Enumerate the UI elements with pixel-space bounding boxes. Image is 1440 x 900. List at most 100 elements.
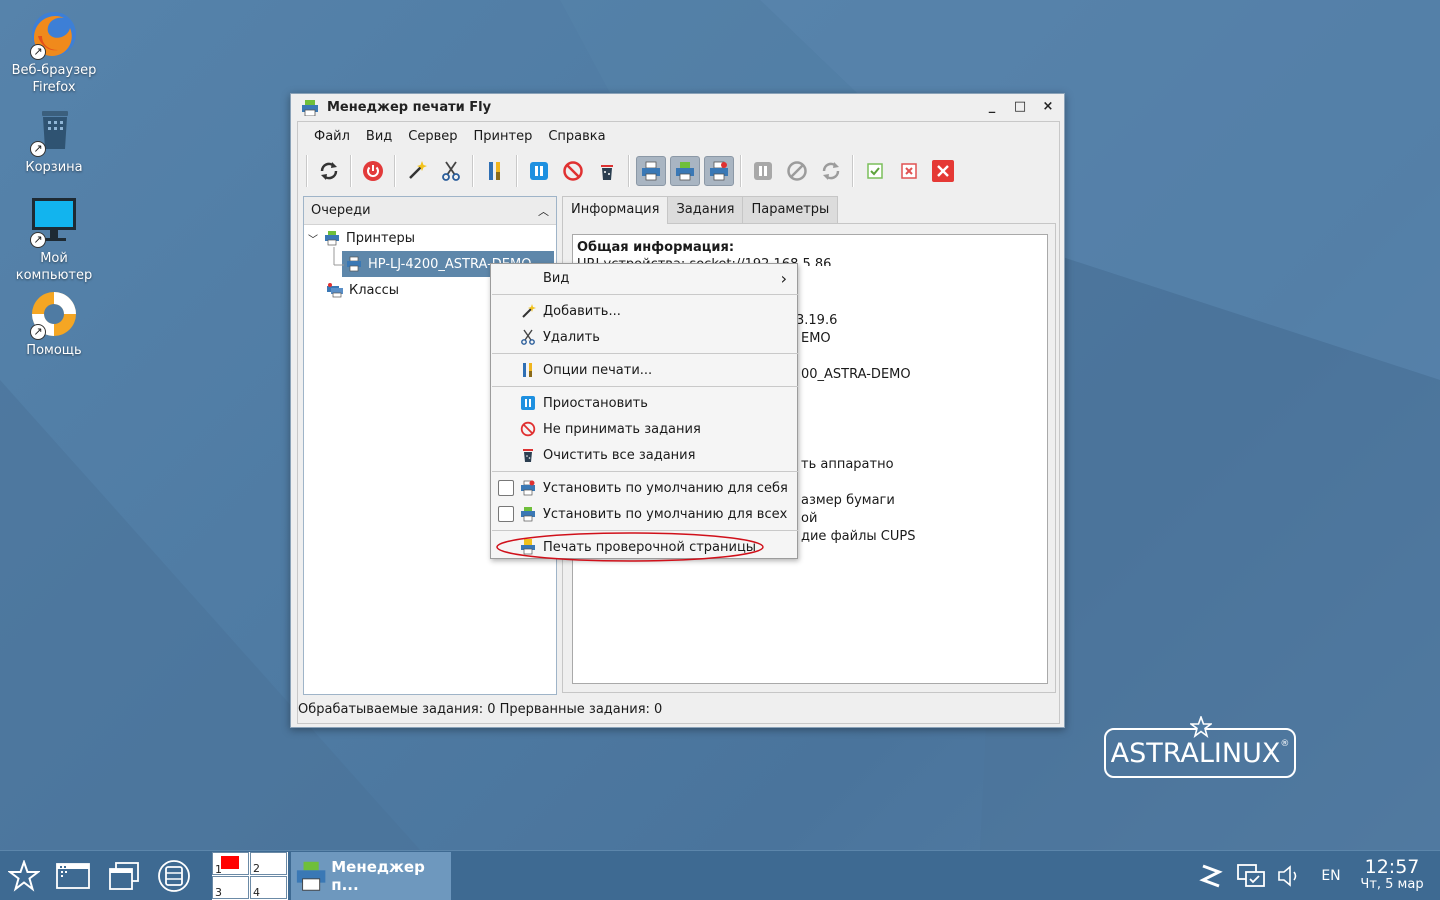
info-heading: Общая информация: [577,240,735,255]
menu-item-reject-jobs[interactable]: Не принимать задания [491,416,797,442]
menu-help[interactable]: Справка [540,129,613,144]
delete-printer-button[interactable] [436,156,466,186]
magic-wand-icon [409,161,427,179]
desktop-icon-help[interactable]: ↗ Помощь [4,288,104,359]
menu-item-default-self[interactable]: Установить по умолчанию для себя [491,475,797,501]
printer-view-button-2[interactable] [670,156,700,186]
context-menu: Вид › Добавить... Удалить Опции печати..… [490,263,798,562]
workspace-4[interactable]: 4 [250,876,287,899]
pause-icon [530,162,548,180]
menu-item-view[interactable]: Вид › [491,265,797,291]
tools-icon [523,363,532,377]
menu-printer[interactable]: Принтер [466,129,541,144]
minimize-button[interactable]: _ [984,99,1000,114]
menu-item-pause[interactable]: Приостановить [491,390,797,416]
reject-jobs-button[interactable] [558,156,588,186]
zoom-app-tray-icon[interactable] [1196,851,1226,900]
tree-item-label: Принтеры [346,230,416,246]
menu-item-label: Приостановить [543,395,648,411]
chevron-up-icon[interactable]: ︿ [538,203,549,219]
shortcut-arrow-icon: ↗ [30,141,46,157]
refresh-button[interactable] [314,156,344,186]
menu-separator [492,386,798,387]
desktop-icon-firefox[interactable]: ↗ Веб-браузер Firefox [4,8,104,96]
window-list-button[interactable] [106,851,142,900]
window-titlebar[interactable]: Менеджер печати Fly _ □ × [291,94,1064,121]
volume-tray-icon[interactable] [1274,851,1304,900]
desktop-icon-label: Мой [40,251,68,266]
clock-time: 12:57 [1364,856,1420,878]
menu-item-label: Установить по умолчанию для всех [543,506,788,522]
desktop-icon-label: Веб-браузер [11,63,97,78]
desktop-icon-trash[interactable]: ↗ Корзина [4,105,104,176]
toolbar-separator [350,155,352,187]
menu-item-add[interactable]: Добавить... [491,298,797,324]
lifebuoy-icon: ↗ [28,288,80,340]
terminal-window-icon [56,863,90,889]
info-fragment: ой [801,511,818,526]
workspace-2[interactable]: 2 [250,852,287,875]
active-window-marker [221,856,239,869]
network-monitor-icon [1237,864,1265,887]
desktop-icon-label: Помощь [26,343,82,358]
menu-item-delete[interactable]: Удалить [491,324,797,350]
queues-header[interactable]: Очереди ︿ [304,197,556,225]
shortcut-arrow-icon: ↗ [30,44,46,60]
menu-item-print-options[interactable]: Опции печати... [491,357,797,383]
workspace-3[interactable]: 3 [212,876,249,899]
file-cabinet-button[interactable] [156,851,192,900]
printer-icon [347,256,361,272]
menu-item-default-all[interactable]: Установить по умолчанию для всех [491,501,797,527]
monitor-icon: ↗ [28,196,80,248]
reject-button[interactable] [894,156,924,186]
add-printer-button[interactable] [402,156,432,186]
default-self-checkbox[interactable] [498,480,514,496]
accept-button[interactable] [860,156,890,186]
tab-jobs[interactable]: Задания [667,196,744,223]
workspace-1[interactable]: 1 [212,852,249,876]
tab-info[interactable]: Информация [562,196,669,224]
taskbar-task-print-manager[interactable]: Менеджер п... [291,852,451,900]
close-button[interactable]: × [1040,99,1056,114]
z-logo-icon [1199,864,1223,888]
clear-jobs-button[interactable] [592,156,622,186]
shortcut-arrow-icon: ↗ [30,232,46,248]
pause-icon [521,396,535,410]
no-entry-disabled-icon [787,161,807,181]
print-options-button[interactable] [480,156,510,186]
menu-separator [492,294,798,295]
close-red-button[interactable] [928,156,958,186]
chevron-down-icon[interactable]: ﹀ [308,231,324,246]
tab-bar: Информация Задания Параметры [562,196,1056,224]
keyboard-layout-indicator[interactable]: EN [1314,851,1348,900]
printer-view-button-3[interactable] [704,156,734,186]
printer-group-icon [325,231,339,246]
network-tray-icon[interactable] [1234,851,1268,900]
menu-file[interactable]: Файл [306,129,358,144]
toolbar-separator [472,155,474,187]
tab-parameters[interactable]: Параметры [742,196,839,223]
power-button[interactable] [358,156,388,186]
shortcut-arrow-icon: ↗ [30,324,46,340]
show-desktop-button[interactable] [54,851,92,900]
star-icon [8,860,40,892]
menu-item-clear-jobs[interactable]: Очистить все задания [491,442,797,468]
menu-server[interactable]: Сервер [400,129,465,144]
menu-separator [492,530,798,531]
magic-wand-icon [522,304,536,318]
printer-view-button-1[interactable] [636,156,666,186]
pause-button[interactable] [524,156,554,186]
printer-user-icon [710,161,728,181]
maximize-button[interactable]: □ [1012,99,1028,114]
clock[interactable]: 12:57 Чт, 5 мар [1352,851,1432,900]
menu-item-label: Добавить... [543,303,621,319]
info-fragment: 3.19.6 [796,313,838,328]
default-all-checkbox[interactable] [498,506,514,522]
start-menu-button[interactable] [6,851,42,900]
desktop-icon-my-computer[interactable]: ↗ Мой компьютер [4,196,104,284]
workspace-label: 2 [253,862,260,875]
menu-view[interactable]: Вид [358,129,400,144]
logo-text: ASTRALINUX [1110,737,1281,769]
menu-separator [492,471,798,472]
workspace-label: 3 [215,886,222,899]
